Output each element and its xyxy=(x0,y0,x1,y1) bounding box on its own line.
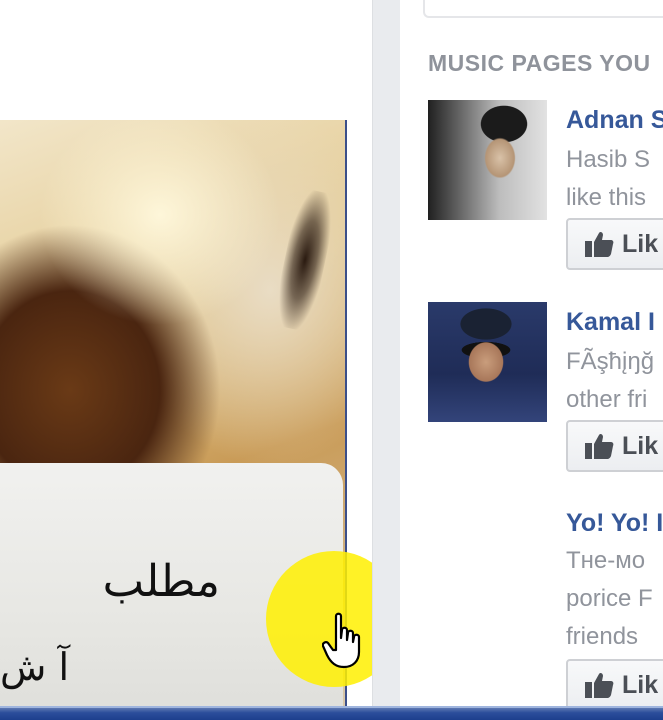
hand-pointer-icon xyxy=(322,612,361,669)
friends-like-text[interactable]: FÃşħįŋğ xyxy=(566,348,654,376)
friends-like-text-cont: like this xyxy=(566,184,647,211)
page-thumbnail[interactable] xyxy=(428,302,547,422)
like-label: Lik xyxy=(622,431,659,460)
page-name-link[interactable]: Adnan S xyxy=(566,106,663,135)
post-column: مطلب آ ش xyxy=(0,0,402,706)
taskbar xyxy=(0,706,663,720)
friends-like-text[interactable]: Hasib S xyxy=(566,146,650,174)
photo-detail xyxy=(270,187,340,333)
like-button[interactable]: Lik xyxy=(566,420,663,472)
thumbs-up-icon xyxy=(585,231,614,257)
suggestion-item: Adnan S Hasib S like this Lik xyxy=(428,100,663,275)
section-title: MUSIC PAGES YOU xyxy=(428,50,651,76)
previous-card-edge xyxy=(423,0,663,18)
photo-caption-line2: آ ش xyxy=(0,645,70,689)
page-name-link[interactable]: Yo! Yo! I xyxy=(566,509,663,538)
friends-like-text-cont[interactable]: porice F xyxy=(566,585,653,613)
suggestion-item: Kamal I FÃşħįŋğ other fri Lik xyxy=(428,302,663,477)
like-label: Lik xyxy=(622,670,659,699)
friends-like-text-end: friends xyxy=(566,623,639,650)
thumbs-up-icon xyxy=(585,433,614,459)
thumbs-up-icon xyxy=(585,672,614,698)
friends-like-text[interactable]: Tнe-мo xyxy=(566,547,645,575)
right-sidebar: MUSIC PAGES YOU Adnan S Hasib S like thi… xyxy=(400,0,663,706)
suggestion-item: Yo! Yo! I Tнe-мo porice F friends Lik xyxy=(428,503,663,706)
like-label: Lik xyxy=(622,229,659,258)
page-thumbnail[interactable] xyxy=(428,100,547,220)
photo-caption-line1: مطلب xyxy=(102,556,220,607)
like-button[interactable]: Lik xyxy=(566,659,663,706)
column-divider xyxy=(372,0,401,706)
page-name-link[interactable]: Kamal I xyxy=(566,308,655,337)
friends-like-text-cont: other fri xyxy=(566,386,648,413)
like-button[interactable]: Lik xyxy=(566,218,663,270)
